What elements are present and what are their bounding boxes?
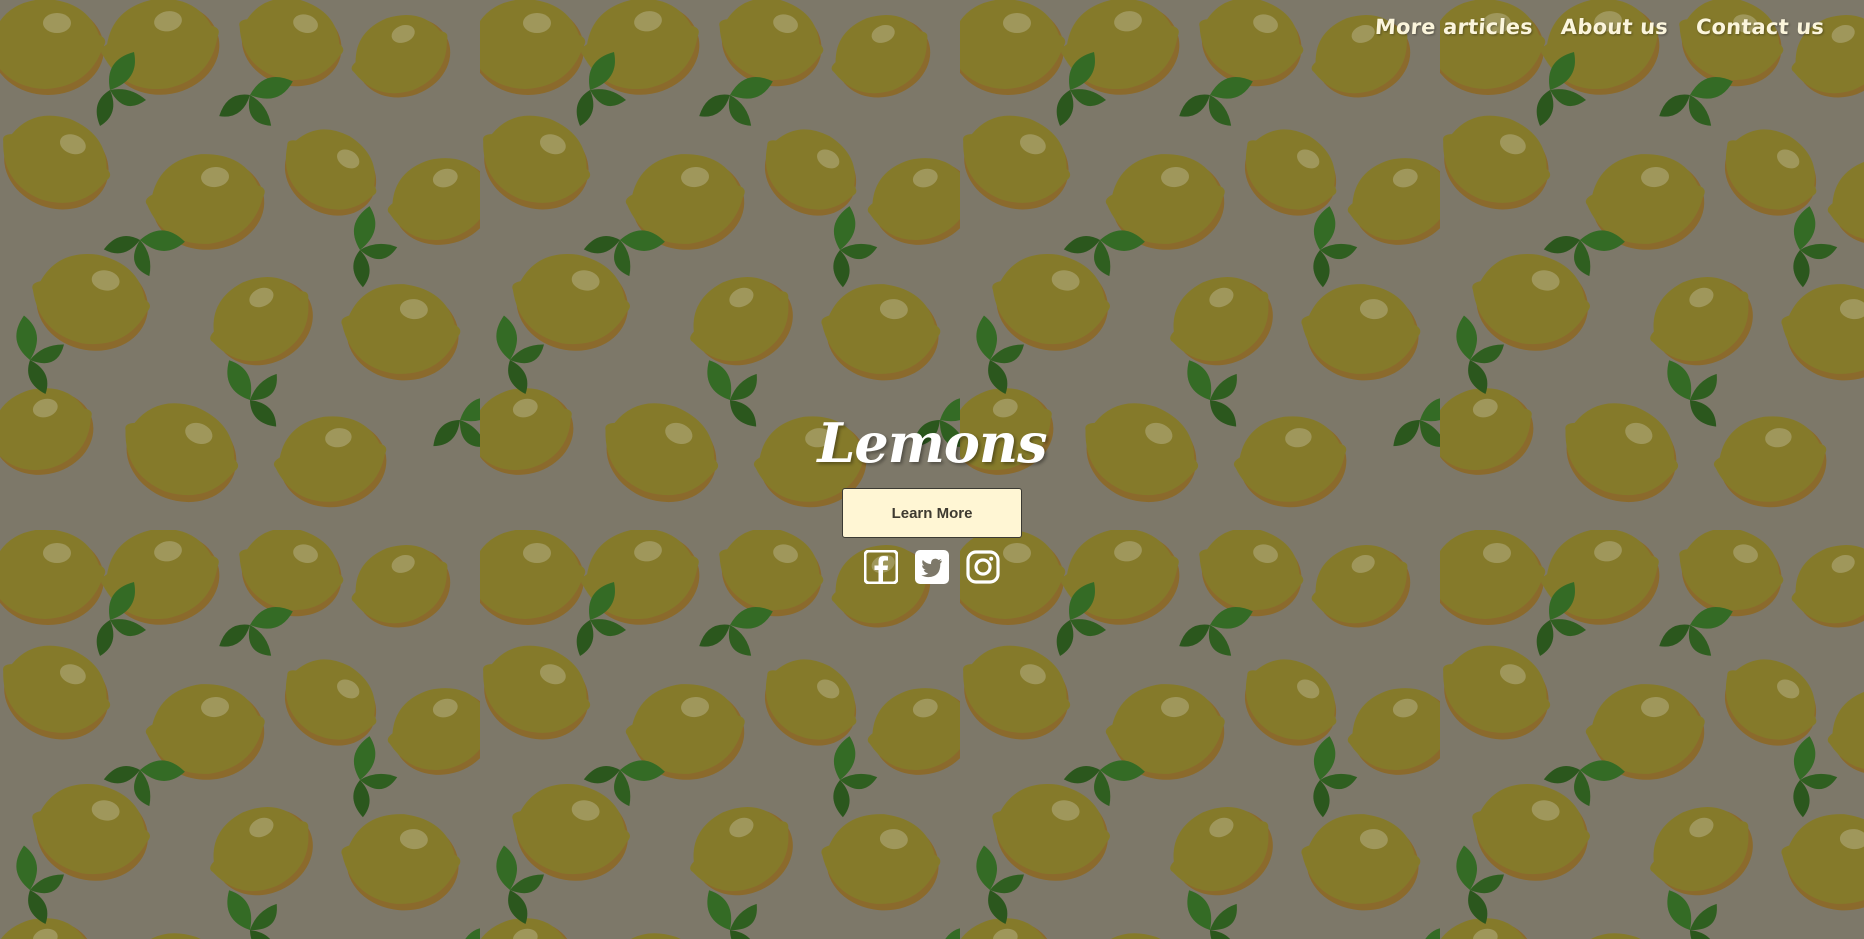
social-links (863, 549, 1000, 585)
nav-more-articles-link[interactable]: More articles (1374, 12, 1534, 42)
facebook-icon[interactable] (863, 549, 899, 585)
instagram-icon[interactable] (966, 550, 1000, 584)
page-title: Lemons (817, 411, 1047, 475)
learn-more-button[interactable]: Learn More (842, 488, 1022, 538)
nav-about-us-link[interactable]: About us (1560, 12, 1669, 42)
nav-contact-us-link[interactable]: Contact us (1695, 12, 1825, 42)
twitter-icon[interactable] (915, 550, 949, 584)
top-nav: More articles About us Contact us (1374, 12, 1825, 42)
hero-section: Lemons Learn More (0, 410, 1864, 585)
